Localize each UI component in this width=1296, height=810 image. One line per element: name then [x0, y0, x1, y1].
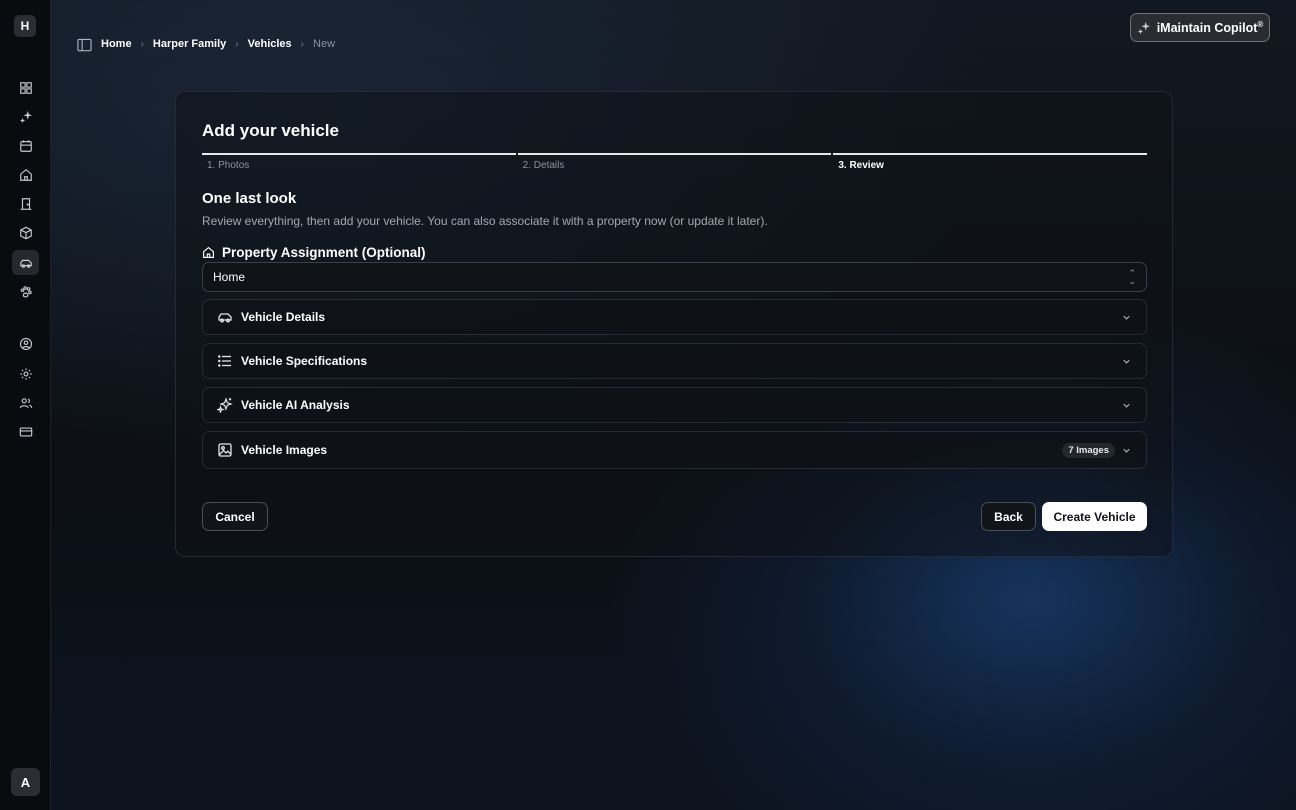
breadcrumb-harper-family[interactable]: Harper Family: [153, 38, 226, 50]
home-icon: [19, 168, 32, 181]
sidebar-item-calendar[interactable]: [12, 133, 39, 158]
dashboard-icon: [19, 81, 32, 94]
sidebar-item-ai[interactable]: [12, 104, 39, 129]
chevron-right-icon: ›: [300, 38, 305, 50]
user-circle-icon: [19, 337, 32, 350]
chevron-up-down-icon: ⌃ ⌄: [1128, 268, 1136, 286]
sidebar-item-items[interactable]: [12, 220, 39, 245]
credit-card-icon: [19, 426, 32, 437]
property-label-text: Property Assignment (Optional): [222, 245, 426, 260]
accordion-label: Vehicle Details: [241, 310, 326, 324]
step-details[interactable]: 2. Details: [517, 153, 832, 171]
sparkles-icon: [19, 110, 32, 123]
chevron-down-icon: [1123, 448, 1130, 453]
back-button[interactable]: Back: [981, 502, 1036, 531]
accordion-label: Vehicle Images: [241, 443, 328, 457]
sidebar-toggle-icon[interactable]: [77, 38, 92, 52]
sidebar-item-dashboard[interactable]: [12, 75, 39, 100]
section-description: Review everything, then add your vehicle…: [202, 214, 768, 228]
accordion-label: Vehicle AI Analysis: [241, 398, 350, 412]
sidebar-item-home[interactable]: [12, 162, 39, 187]
accordion-label: Vehicle Specifications: [241, 354, 368, 368]
sidebar-item-vehicles[interactable]: [12, 250, 39, 275]
sidebar: H A: [0, 0, 51, 810]
chevron-right-icon: ›: [235, 38, 239, 50]
property-assignment-label: Property Assignment (Optional): [202, 245, 426, 260]
chevron-down-icon: [1123, 315, 1130, 320]
app-logo[interactable]: H: [14, 15, 36, 37]
add-vehicle-card: Add your vehicle 1. Photos 2. Details 3.…: [175, 91, 1173, 557]
home-icon: [203, 246, 214, 258]
sparkles-icon: [217, 397, 233, 413]
users-icon: [19, 397, 32, 408]
list-icon: [218, 355, 231, 367]
user-avatar[interactable]: A: [11, 768, 40, 796]
step-review[interactable]: 3. Review: [833, 153, 1148, 171]
sidebar-item-members[interactable]: [12, 390, 39, 415]
images-count-badge: 7 Images: [1062, 442, 1115, 458]
step-photos[interactable]: 1. Photos: [202, 153, 516, 171]
chevron-down-icon: [1123, 359, 1130, 364]
property-select[interactable]: Home ⌃ ⌄: [202, 262, 1147, 292]
sidebar-item-rooms[interactable]: [12, 191, 39, 216]
section-title: One last look: [202, 190, 297, 207]
breadcrumb-current: New: [313, 38, 336, 50]
breadcrumb-home[interactable]: Home: [101, 38, 132, 50]
copilot-label: iMaintain Copilot: [1156, 21, 1258, 36]
page-title: Add your vehicle: [202, 121, 339, 140]
image-icon: [218, 443, 232, 457]
sidebar-item-settings[interactable]: [12, 361, 39, 386]
box-icon: [19, 226, 32, 239]
cancel-button[interactable]: Cancel: [202, 502, 268, 531]
door-icon: [20, 197, 31, 210]
breadcrumb-vehicles[interactable]: Vehicles: [248, 38, 292, 50]
chevron-down-icon: [1123, 403, 1130, 408]
car-icon: [19, 259, 32, 268]
chevron-right-icon: ›: [140, 38, 144, 50]
sidebar-item-pets[interactable]: [12, 279, 39, 304]
sidebar-item-billing[interactable]: [12, 419, 39, 444]
registered-mark: ®: [1257, 19, 1264, 29]
gear-icon: [19, 367, 32, 380]
accordion-vehicle-images[interactable]: Vehicle Images 7 Images: [202, 431, 1147, 469]
stepper: 1. Photos 2. Details 3. Review: [202, 153, 1148, 171]
sparkles-icon: [1137, 21, 1150, 34]
accordion-vehicle-ai-analysis[interactable]: Vehicle AI Analysis: [202, 387, 1147, 423]
breadcrumb: Home › Harper Family › Vehicles › New: [101, 38, 335, 50]
paw-icon: [20, 285, 32, 297]
property-select-value: Home: [213, 270, 246, 284]
accordion-vehicle-details[interactable]: Vehicle Details: [202, 299, 1147, 335]
calendar-icon: [19, 139, 32, 152]
car-icon: [218, 313, 232, 323]
create-vehicle-button[interactable]: Create Vehicle: [1042, 502, 1147, 531]
copilot-button[interactable]: iMaintain Copilot®: [1130, 13, 1270, 42]
accordion-vehicle-specifications[interactable]: Vehicle Specifications: [202, 343, 1147, 379]
sidebar-item-profile[interactable]: [12, 331, 39, 356]
